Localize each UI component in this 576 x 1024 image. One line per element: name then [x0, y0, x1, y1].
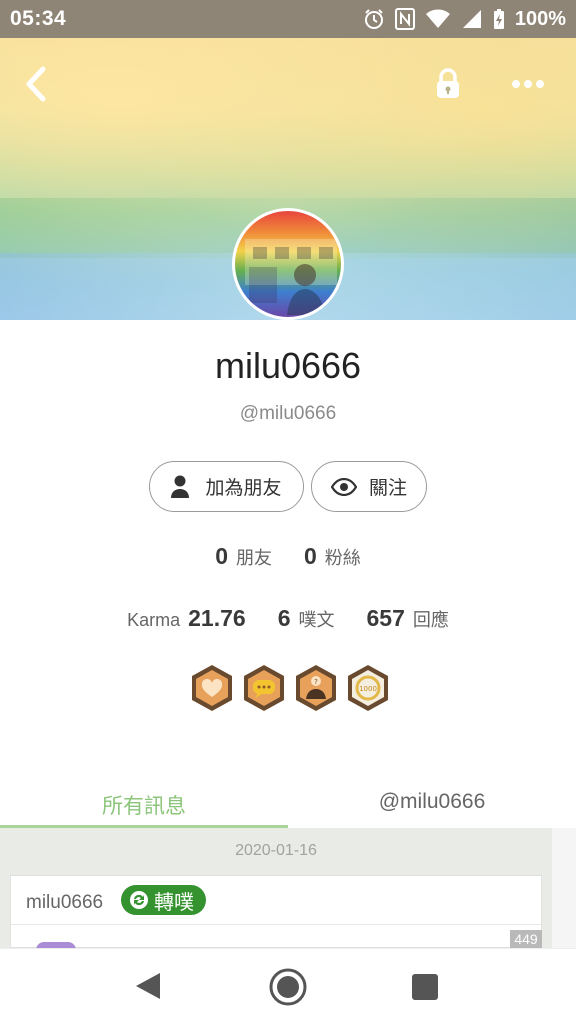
- nfc-icon: [394, 8, 415, 30]
- add-friend-button[interactable]: 加為朋友: [149, 461, 304, 512]
- friends-fans-stats: 0 朋友 0 粉絲: [0, 543, 576, 570]
- timeline: 2020-01-16 milu0666 轉噗: [0, 828, 552, 948]
- wifi-icon: [425, 8, 451, 30]
- status-icons: 100%: [363, 8, 566, 31]
- 1000-badge-icon[interactable]: 1000: [346, 664, 390, 712]
- responses-label: 回應: [412, 610, 449, 630]
- add-user-icon: [171, 475, 194, 498]
- eye-icon: [330, 477, 357, 496]
- nav-home-icon[interactable]: [268, 967, 308, 1007]
- date-separator: 2020-01-16: [235, 842, 317, 859]
- follow-button[interactable]: 關注: [311, 461, 427, 512]
- display-name: milu0666: [214, 345, 362, 386]
- plurks-label: 噗文: [298, 610, 335, 630]
- response-count-badge: 449: [510, 930, 542, 948]
- nav-recents-icon[interactable]: [412, 974, 438, 1000]
- avatar[interactable]: [232, 208, 344, 320]
- karma-value: 21.76: [188, 605, 246, 631]
- back-button[interactable]: [18, 64, 54, 104]
- replurk-label: 轉噗: [154, 891, 194, 914]
- svg-text:1000: 1000: [359, 685, 377, 693]
- status-bar: 05:34 100%: [0, 0, 576, 38]
- friends-label[interactable]: 朋友: [236, 544, 272, 570]
- card-divider: [11, 924, 541, 925]
- fans-label[interactable]: 粉絲: [325, 544, 361, 570]
- chevron-left-icon: [26, 66, 46, 102]
- battery-charging-icon: [493, 8, 505, 30]
- karma-stats: Karma 21.76 6 噗文 657 回應: [0, 605, 576, 632]
- tab-mentions[interactable]: @milu0666: [288, 780, 576, 828]
- question-user-badge-icon[interactable]: ?: [294, 664, 338, 712]
- privacy-lock-button[interactable]: [432, 66, 464, 102]
- badges-row: ? 1000: [190, 664, 390, 712]
- signal-icon: [461, 8, 483, 30]
- replurk-icon: [130, 891, 148, 909]
- lock-icon: [437, 68, 459, 98]
- android-nav-bar: [0, 948, 576, 1024]
- plurks-count: 6: [277, 605, 291, 631]
- svg-text:?: ?: [314, 678, 318, 686]
- side-scroll-strip[interactable]: [552, 828, 576, 948]
- post-username[interactable]: milu0666: [26, 892, 103, 914]
- chat-badge-icon[interactable]: [242, 664, 286, 712]
- profile-tabs: 所有訊息 @milu0666: [0, 780, 576, 828]
- replurk-badge: 轉噗: [121, 885, 206, 915]
- karma-label: Karma: [127, 610, 181, 630]
- status-time: 05:34: [10, 7, 67, 30]
- more-dots-icon: [512, 80, 544, 88]
- tab-all-messages[interactable]: 所有訊息: [0, 780, 288, 828]
- friends-count: 0: [215, 543, 228, 569]
- more-options-button[interactable]: [508, 66, 548, 102]
- add-friend-label: 加為朋友: [205, 478, 282, 499]
- battery-percentage: 100%: [514, 7, 566, 30]
- nav-back-icon[interactable]: [134, 971, 162, 1001]
- fans-count: 0: [304, 543, 317, 569]
- plurk-card[interactable]: milu0666 轉噗: [10, 875, 542, 948]
- alarm-icon: [363, 8, 385, 30]
- follow-label: 關注: [368, 478, 407, 499]
- heart-badge-icon[interactable]: [190, 664, 234, 712]
- responses-count: 657: [366, 605, 405, 631]
- user-handle: @milu0666: [239, 403, 337, 424]
